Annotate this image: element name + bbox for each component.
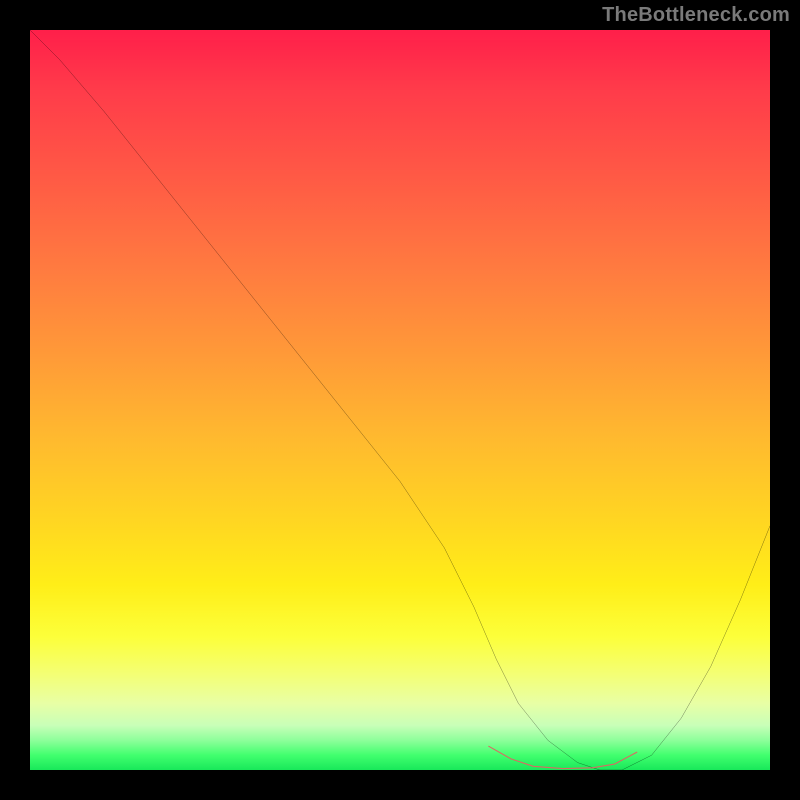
curve-svg	[30, 30, 770, 770]
bottleneck-curve	[30, 30, 770, 770]
watermark-text: TheBottleneck.com	[602, 4, 790, 27]
bottom-highlight-segment	[489, 746, 637, 768]
